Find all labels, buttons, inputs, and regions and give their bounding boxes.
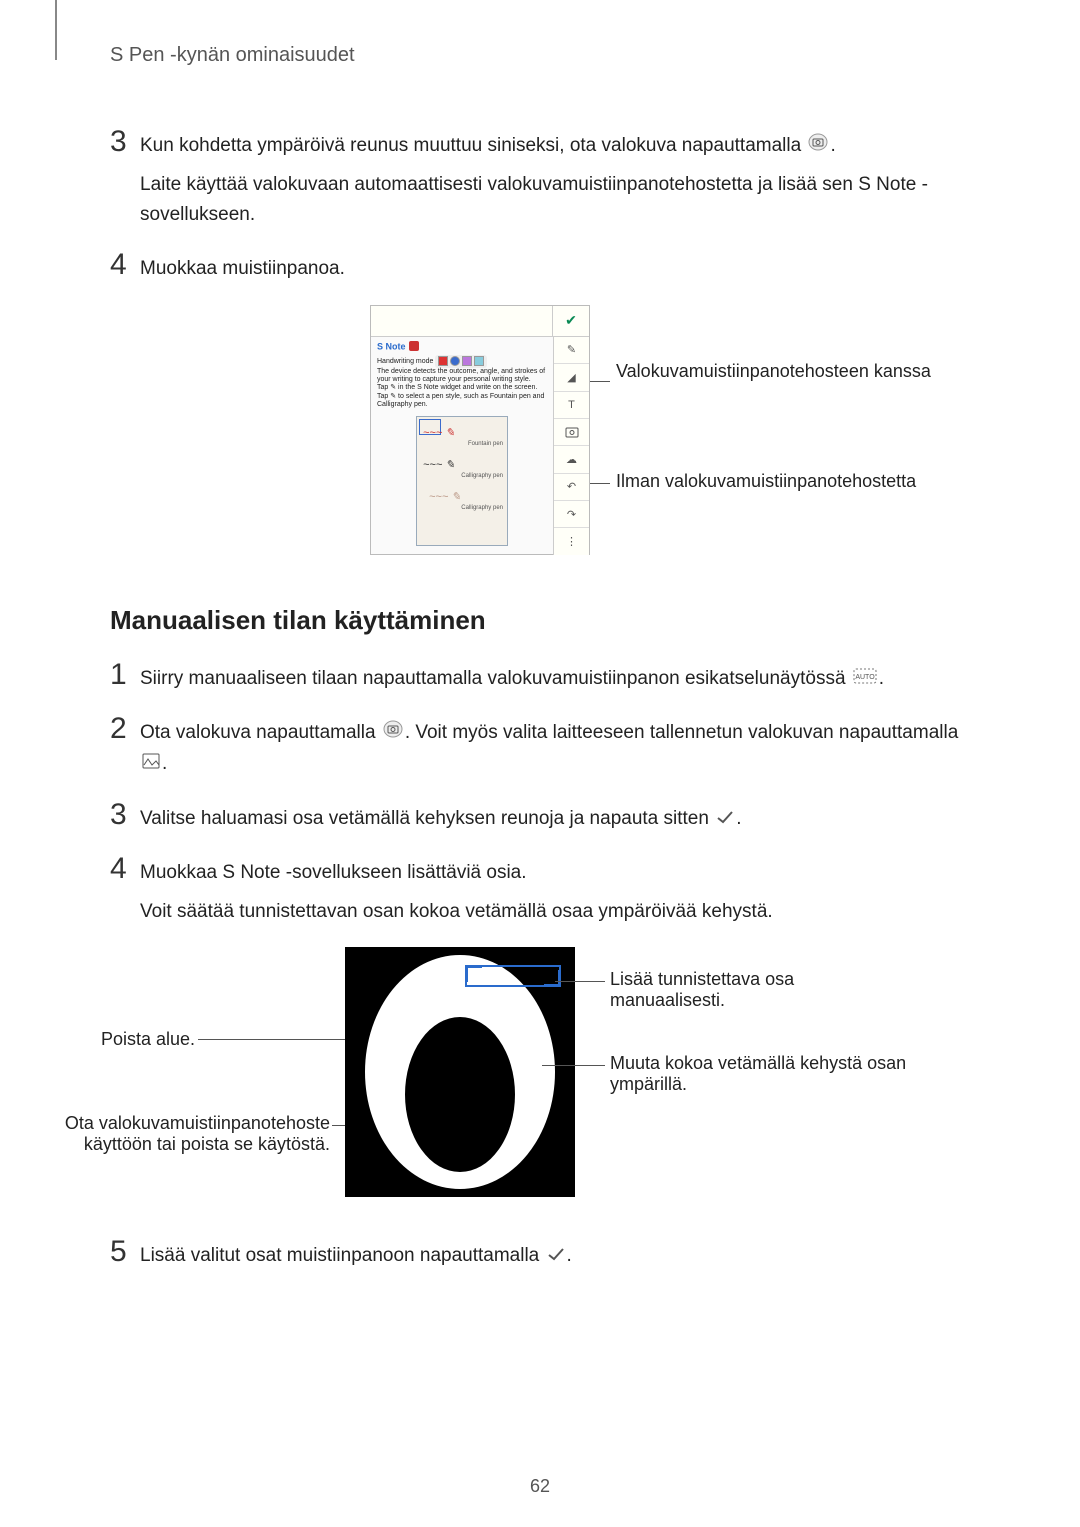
scribble-2: ~~~ ✎ — [423, 459, 455, 472]
fig2-label-l1: Poista alue. — [100, 1029, 195, 1050]
step-b3: 3 Valitse haluamasi osa vetämällä kehyks… — [110, 800, 970, 835]
step-number: 2 — [110, 714, 140, 744]
fig2-label-l2: Ota valokuvamuistiinpanotehoste käyttöön… — [50, 1113, 330, 1155]
camera-icon — [554, 419, 589, 446]
leader-line — [590, 381, 610, 382]
cloud-icon: ☁ — [554, 446, 589, 473]
step-a4: 4 Muokkaa muistiinpanoa. — [110, 250, 970, 284]
check-icon — [716, 804, 734, 834]
step-number: 1 — [110, 660, 140, 690]
handwriting-label: Handwriting mode — [377, 358, 433, 366]
fig1-label-r2: Ilman valokuvamuistiinpanotehostetta — [616, 471, 936, 492]
leader-line — [555, 981, 605, 982]
text: Muokkaa muistiinpanoa. — [140, 258, 345, 279]
snote-app-icon — [409, 341, 419, 354]
text: . Voit myös valita laitteeseen tallennet… — [405, 723, 958, 744]
resize-handle-icon — [467, 967, 482, 982]
text: . — [830, 135, 835, 156]
text: Siirry manuaaliseen tilaan napauttamalla… — [140, 668, 851, 689]
text: . — [736, 808, 741, 829]
thumb-tag-3: Calligraphy pen — [461, 505, 503, 512]
section-heading: Manuaalisen tilan käyttäminen — [110, 605, 970, 636]
pen-icon: ✎ — [554, 337, 589, 364]
check-icon — [547, 1241, 565, 1271]
step-a3: 3 Kun kohdetta ympäröivä reunus muuttuu … — [110, 127, 970, 230]
step-body: Ota valokuva napauttamalla . Voit myös v… — [140, 714, 970, 779]
figure-1-wrap: ✔ S Note Handwriting mode The device det… — [110, 305, 970, 565]
scribble-1: ~~~ ✎ — [423, 427, 455, 440]
text: Ota valokuva napauttamalla — [140, 723, 381, 744]
fig1-main: S Note Handwriting mode The device detec… — [371, 337, 553, 555]
camera-icon — [808, 131, 828, 161]
step-number: 4 — [110, 250, 140, 280]
text: Valitse haluamasi osa vetämällä kehyksen… — [140, 808, 714, 829]
page-number: 62 — [0, 1476, 1080, 1497]
gallery-icon — [142, 749, 160, 779]
step-b2: 2 Ota valokuva napauttamalla . Voit myös… — [110, 714, 970, 779]
step-b5: 5 Lisää valitut osat muistiinpanoon napa… — [110, 1237, 970, 1272]
step-body: Kun kohdetta ympäröivä reunus muuttuu si… — [140, 127, 970, 230]
check-icon: ✔ — [552, 306, 589, 336]
leader-line — [198, 1039, 345, 1040]
text: . — [879, 668, 884, 689]
fig1-sidebar: ✎ ◢ T ☁ ↶ ↷ ⋮ — [553, 337, 589, 555]
step-b4: 4 Muokkaa S Note -sovellukseen lisättävi… — [110, 854, 970, 927]
step-number: 4 — [110, 854, 140, 884]
leader-line — [590, 483, 610, 484]
fig1-label-r1: Valokuvamuistiinpanotehosteen kanssa — [616, 361, 936, 382]
text-icon: T — [554, 392, 589, 419]
text: . — [162, 753, 167, 774]
step-body: Siirry manuaaliseen tilaan napauttamalla… — [140, 660, 884, 695]
more-icon: ⋮ — [554, 528, 589, 554]
fig2-label-r2: Muuta kokoa vetämällä kehystä osan ympär… — [610, 1053, 910, 1095]
snote-label: S Note — [377, 341, 406, 351]
step-body: Muokkaa S Note -sovellukseen lisättäviä … — [140, 854, 773, 927]
fig1-thumb: ~~~ ✎ Fountain pen ~~~ ✎ Calligraphy pen… — [416, 416, 508, 546]
camera-icon — [383, 718, 403, 748]
text: Voit säätää tunnistettavan osan kokoa ve… — [140, 901, 773, 922]
fig2-label-r1: Lisää tunnistettava osa manuaalisesti. — [610, 969, 890, 1011]
fig1-desc1: The device detects the outcome, angle, a… — [377, 368, 545, 383]
leader-line — [332, 1125, 345, 1126]
pen-style-icons — [435, 355, 487, 367]
fig1-desc2: Tap ✎ in the S Note widget and write on … — [377, 384, 537, 391]
thumb-tag-1: Fountain pen — [468, 441, 503, 448]
figure-1-screenshot: ✔ S Note Handwriting mode The device det… — [370, 305, 590, 555]
step-number: 3 — [110, 127, 140, 157]
svg-text:AUTO: AUTO — [855, 674, 875, 681]
resize-handle-icon — [544, 970, 559, 985]
figure-2-wrap: Lisää tunnistettava osa manuaalisesti. M… — [110, 947, 970, 1227]
leader-line — [542, 1065, 605, 1066]
step-body: Valitse haluamasi osa vetämällä kehyksen… — [140, 800, 742, 835]
page: S Pen -kynän ominaisuudet 3 Kun kohdetta… — [0, 0, 1080, 1527]
thumb-tag-2: Calligraphy pen — [461, 473, 503, 480]
shape-inner — [405, 1017, 515, 1172]
text: . — [567, 1245, 572, 1266]
figure-2-screenshot — [345, 947, 575, 1197]
text: Kun kohdetta ympäröivä reunus muuttuu si… — [140, 135, 806, 156]
step-number: 5 — [110, 1237, 140, 1267]
step-body: Lisää valitut osat muistiinpanoon napaut… — [140, 1237, 572, 1272]
text: Lisää valitut osat muistiinpanoon napaut… — [140, 1245, 545, 1266]
step-number: 3 — [110, 800, 140, 830]
fig1-desc3: Tap ✎ to select a pen style, such as Fou… — [377, 393, 544, 408]
left-margin-bar — [55, 0, 57, 60]
redo-icon: ↷ — [554, 501, 589, 528]
auto-mode-icon: AUTO — [853, 664, 877, 694]
text: Laite käyttää valokuvaan automaattisesti… — [140, 174, 928, 225]
step-b1: 1 Siirry manuaaliseen tilaan napauttamal… — [110, 660, 970, 695]
undo-icon: ↶ — [554, 474, 589, 501]
page-header: S Pen -kynän ominaisuudet — [110, 44, 970, 67]
scribble-3: ~~~ ✎ — [429, 491, 461, 504]
eraser-icon: ◢ — [554, 364, 589, 391]
text: Muokkaa S Note -sovellukseen lisättäviä … — [140, 862, 527, 883]
step-body: Muokkaa muistiinpanoa. — [140, 250, 345, 284]
resize-frame — [465, 965, 561, 987]
